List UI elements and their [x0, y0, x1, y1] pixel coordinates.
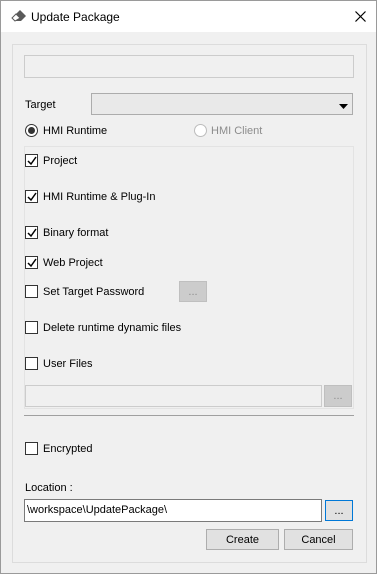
user-files-label: User Files	[43, 358, 93, 370]
web-project-label: Web Project	[43, 257, 103, 269]
hmi-runtime-plugin-label: HMI Runtime & Plug-In	[43, 191, 156, 203]
encrypted-checkbox[interactable]	[25, 442, 38, 455]
target-combobox[interactable]	[91, 93, 353, 115]
title-bar: Update Package	[1, 1, 376, 32]
checkmark-icon	[27, 258, 37, 268]
hmi-runtime-plugin-checkbox[interactable]	[25, 190, 38, 203]
delete-runtime-files-checkbox[interactable]	[25, 321, 38, 334]
cancel-button[interactable]: Cancel	[284, 529, 353, 550]
close-icon	[354, 11, 366, 22]
target-label: Target	[25, 99, 56, 111]
window-title: Update Package	[31, 10, 120, 24]
package-name-field	[24, 55, 354, 78]
eraser-icon	[11, 9, 27, 23]
delete-runtime-files-label: Delete runtime dynamic files	[43, 322, 182, 334]
update-package-dialog: Update Package Target HMI Runtime HMI Cl…	[0, 0, 377, 574]
create-button[interactable]: Create	[206, 529, 279, 550]
project-checkbox[interactable]	[25, 154, 38, 167]
password-browse-button[interactable]: ...	[179, 281, 207, 302]
user-files-checkbox[interactable]	[25, 357, 38, 370]
location-label: Location :	[25, 482, 73, 494]
user-files-path-field	[25, 385, 322, 407]
location-browse-button[interactable]: ...	[325, 500, 353, 521]
location-browse-label: ...	[334, 504, 344, 517]
set-target-password-label: Set Target Password	[43, 286, 145, 298]
chevron-down-icon	[339, 101, 348, 109]
checkmark-icon	[27, 156, 37, 166]
checkmark-icon	[27, 228, 37, 238]
user-files-browse-label: ...	[333, 390, 343, 402]
hmi-client-label: HMI Client	[211, 125, 263, 137]
encrypted-label: Encrypted	[43, 443, 93, 455]
password-browse-label: ...	[188, 285, 198, 298]
set-target-password-checkbox[interactable]	[25, 285, 38, 298]
hmi-client-radio[interactable]	[194, 124, 207, 137]
close-button[interactable]	[344, 1, 376, 32]
create-button-label: Create	[225, 533, 260, 546]
separator	[24, 415, 354, 416]
hmi-runtime-label: HMI Runtime	[43, 125, 108, 137]
web-project-checkbox[interactable]	[25, 256, 38, 269]
location-input[interactable]: \workspace\UpdatePackage\	[24, 499, 322, 522]
project-label: Project	[43, 155, 78, 167]
binary-format-checkbox[interactable]	[25, 226, 38, 239]
checkmark-icon	[27, 192, 37, 202]
cancel-button-label: Cancel	[301, 533, 336, 546]
hmi-runtime-radio[interactable]	[25, 124, 38, 137]
binary-format-label: Binary format	[43, 227, 109, 239]
user-files-browse-button[interactable]: ...	[324, 385, 352, 407]
